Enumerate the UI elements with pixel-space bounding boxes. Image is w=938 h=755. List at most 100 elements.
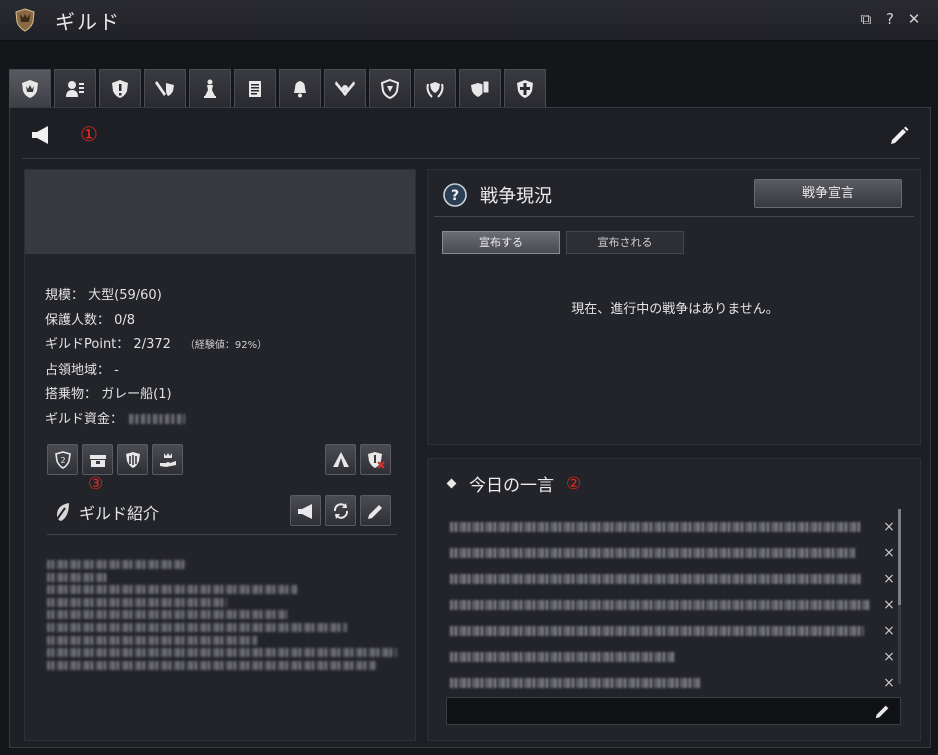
guild-leave-button[interactable] — [360, 444, 391, 475]
claw-emblem-icon — [125, 451, 140, 468]
close-icon[interactable]: × — [882, 673, 896, 693]
message-scrollbar[interactable] — [898, 509, 901, 684]
guild-leaf-icon — [54, 503, 69, 523]
tab-combat[interactable] — [144, 69, 186, 107]
shield-scroll-icon — [471, 80, 490, 97]
intro-refresh-button[interactable] — [325, 495, 356, 526]
tab-notifications[interactable] — [279, 69, 321, 107]
close-icon[interactable]: × — [882, 595, 896, 615]
close-icon[interactable]: ✕ — [906, 10, 922, 28]
svg-text:2: 2 — [60, 456, 65, 465]
pencil-icon[interactable] — [888, 125, 910, 147]
close-icon[interactable]: × — [882, 517, 896, 537]
tab-records[interactable] — [234, 69, 276, 107]
tab-contracts[interactable] — [459, 69, 501, 107]
stat-protected-value: 0/8 — [114, 312, 136, 328]
message-text-redacted — [450, 548, 855, 558]
megaphone-icon — [32, 126, 48, 144]
svg-text:?: ? — [451, 188, 459, 204]
tab-guild-base[interactable] — [504, 69, 546, 107]
message-text-redacted — [450, 678, 700, 688]
guild-stats: 規模： 大型(59/60) 保護人数： 0/8 ギルドPoint： 2/372 （… — [45, 284, 267, 432]
stat-points-label: ギルドPoint： — [45, 337, 130, 352]
guild-info-panel: 規模： 大型(59/60) 保護人数： 0/8 ギルドPoint： 2/372 （… — [24, 169, 416, 741]
declare-war-button[interactable]: 戦争宣言 — [754, 179, 902, 208]
stat-territory-value: - — [114, 362, 119, 378]
pencil-icon[interactable] — [874, 702, 892, 720]
stat-size: 規模： 大型(59/60) — [45, 284, 267, 309]
message-text-redacted — [450, 652, 675, 662]
bell-icon — [294, 80, 306, 97]
shield-icon — [380, 78, 400, 99]
tab-ranking[interactable] — [189, 69, 231, 107]
shield-2-icon: 2 — [54, 450, 71, 469]
tab-guild-info[interactable] — [9, 69, 51, 107]
stat-vehicle: 搭乗物： ガレー船(1) — [45, 383, 267, 408]
tab-alliance[interactable] — [414, 69, 456, 107]
cross-shield-icon — [517, 79, 533, 98]
guild-camp-button[interactable] — [325, 444, 356, 475]
member-list-icon — [66, 80, 84, 97]
stat-territory: 占領地域： - — [45, 359, 267, 384]
guild-skills-button[interactable] — [117, 444, 148, 475]
list-item: × — [450, 593, 906, 619]
number-marker-3: ③ — [88, 474, 104, 494]
scrollbar-thumb[interactable] — [898, 509, 901, 605]
stat-points-exp: （経験値：92%） — [184, 340, 268, 351]
number-marker-2: ② — [566, 473, 582, 494]
guild-emblem-icon — [22, 79, 38, 98]
crossed-swords-icon — [335, 80, 355, 96]
intro-edit-button[interactable] — [360, 495, 391, 526]
title-bar: ギルド ⧉ ? ✕ — [0, 0, 938, 41]
message-text-redacted — [450, 574, 862, 584]
tab-received-wars[interactable]: 宣布される — [566, 231, 684, 254]
war-status-title: 戦争現況 — [480, 186, 552, 207]
tab-defense[interactable] — [369, 69, 411, 107]
list-item: × — [450, 541, 906, 567]
close-icon[interactable]: × — [882, 543, 896, 563]
shield-cancel-icon — [367, 451, 385, 469]
guild-storage-button[interactable] — [82, 444, 113, 475]
intro-announce-button[interactable] — [290, 495, 321, 526]
notice-number-marker: ① — [80, 122, 98, 146]
stat-protected-label: 保護人数： — [45, 312, 111, 328]
stat-funds-label: ギルド資金： — [45, 411, 124, 427]
list-item: × — [450, 645, 906, 671]
daily-message-input[interactable] — [455, 701, 859, 723]
tab-war[interactable] — [324, 69, 366, 107]
diamond-bullet-icon — [446, 478, 457, 489]
stat-size-label: 規模： — [45, 288, 85, 303]
window-title: ギルド — [55, 10, 121, 34]
tab-declared-wars[interactable]: 宣布する — [442, 231, 560, 254]
tab-alerts[interactable] — [99, 69, 141, 107]
daily-message-list: × × × × × × × — [450, 515, 906, 697]
war-status-panel: ? 戦争現況 戦争宣言 宣布する 宣布される 現在、進行中の戦争はありません。 — [427, 169, 921, 445]
stat-protected: 保護人数： 0/8 — [45, 309, 267, 334]
tent-icon — [332, 451, 349, 467]
close-icon[interactable]: × — [882, 569, 896, 589]
close-icon[interactable]: × — [882, 621, 896, 641]
stat-funds-value-redacted — [129, 414, 186, 424]
pencil-icon — [367, 504, 382, 519]
daily-message-header: 今日の一言 ② — [446, 471, 582, 496]
help-circle-icon[interactable]: ? — [442, 182, 468, 208]
guild-intro-title: ギルド紹介 — [79, 504, 160, 523]
guild-protection-button[interactable]: 2 — [47, 444, 78, 475]
laurel-emblem-icon — [426, 81, 444, 98]
alert-icon — [112, 79, 128, 98]
storage-chest-icon — [89, 454, 106, 467]
stat-territory-label: 占領地域： — [45, 362, 111, 378]
stat-points-value: 2/372 — [133, 337, 171, 352]
restore-icon[interactable]: ⧉ — [858, 10, 874, 28]
guild-rewards-button[interactable] — [152, 444, 183, 475]
guild-intro-text-redacted — [47, 560, 397, 673]
list-item: × — [450, 567, 906, 593]
tab-members[interactable] — [54, 69, 96, 107]
stat-vehicle-label: 搭乗物： — [45, 387, 98, 402]
list-item: × — [450, 515, 906, 541]
stat-points: ギルドPoint： 2/372 （経験値：92%） — [45, 333, 267, 359]
help-icon[interactable]: ? — [882, 10, 898, 28]
close-icon[interactable]: × — [882, 647, 896, 667]
sword-shield-icon — [155, 80, 174, 96]
megaphone-icon — [297, 503, 312, 519]
